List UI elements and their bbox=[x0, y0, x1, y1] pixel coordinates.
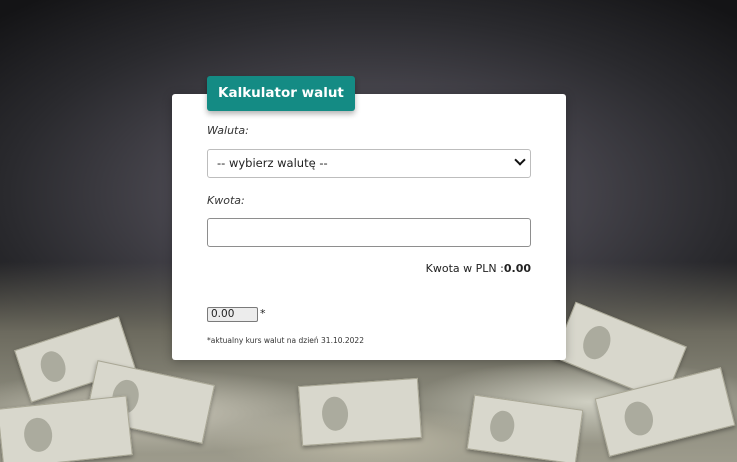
pln-result: Kwota w PLN :0.00 bbox=[426, 262, 531, 275]
rate-footnote: *aktualny kurs walut na dzień 31.10.2022 bbox=[207, 336, 364, 345]
banknote-image bbox=[298, 377, 422, 447]
currency-calculator-card: Waluta: -- wybierz walutę -- Kwota: Kwot… bbox=[172, 94, 566, 360]
amount-input[interactable] bbox=[207, 218, 531, 247]
banknote-image bbox=[466, 394, 584, 462]
pln-result-label: Kwota w PLN : bbox=[425, 262, 504, 275]
exchange-rate-field[interactable]: 0.00 bbox=[207, 307, 258, 322]
banknote-image bbox=[0, 395, 133, 462]
currency-label: Waluta: bbox=[207, 124, 249, 137]
pln-result-value: 0.00 bbox=[503, 262, 531, 275]
chevron-down-icon bbox=[514, 154, 526, 166]
currency-select[interactable]: -- wybierz walutę -- bbox=[207, 149, 531, 178]
page-title: Kalkulator walut bbox=[207, 76, 355, 111]
rate-asterisk: * bbox=[260, 307, 266, 320]
currency-select-value: -- wybierz walutę -- bbox=[217, 156, 328, 170]
amount-label: Kwota: bbox=[207, 194, 245, 207]
